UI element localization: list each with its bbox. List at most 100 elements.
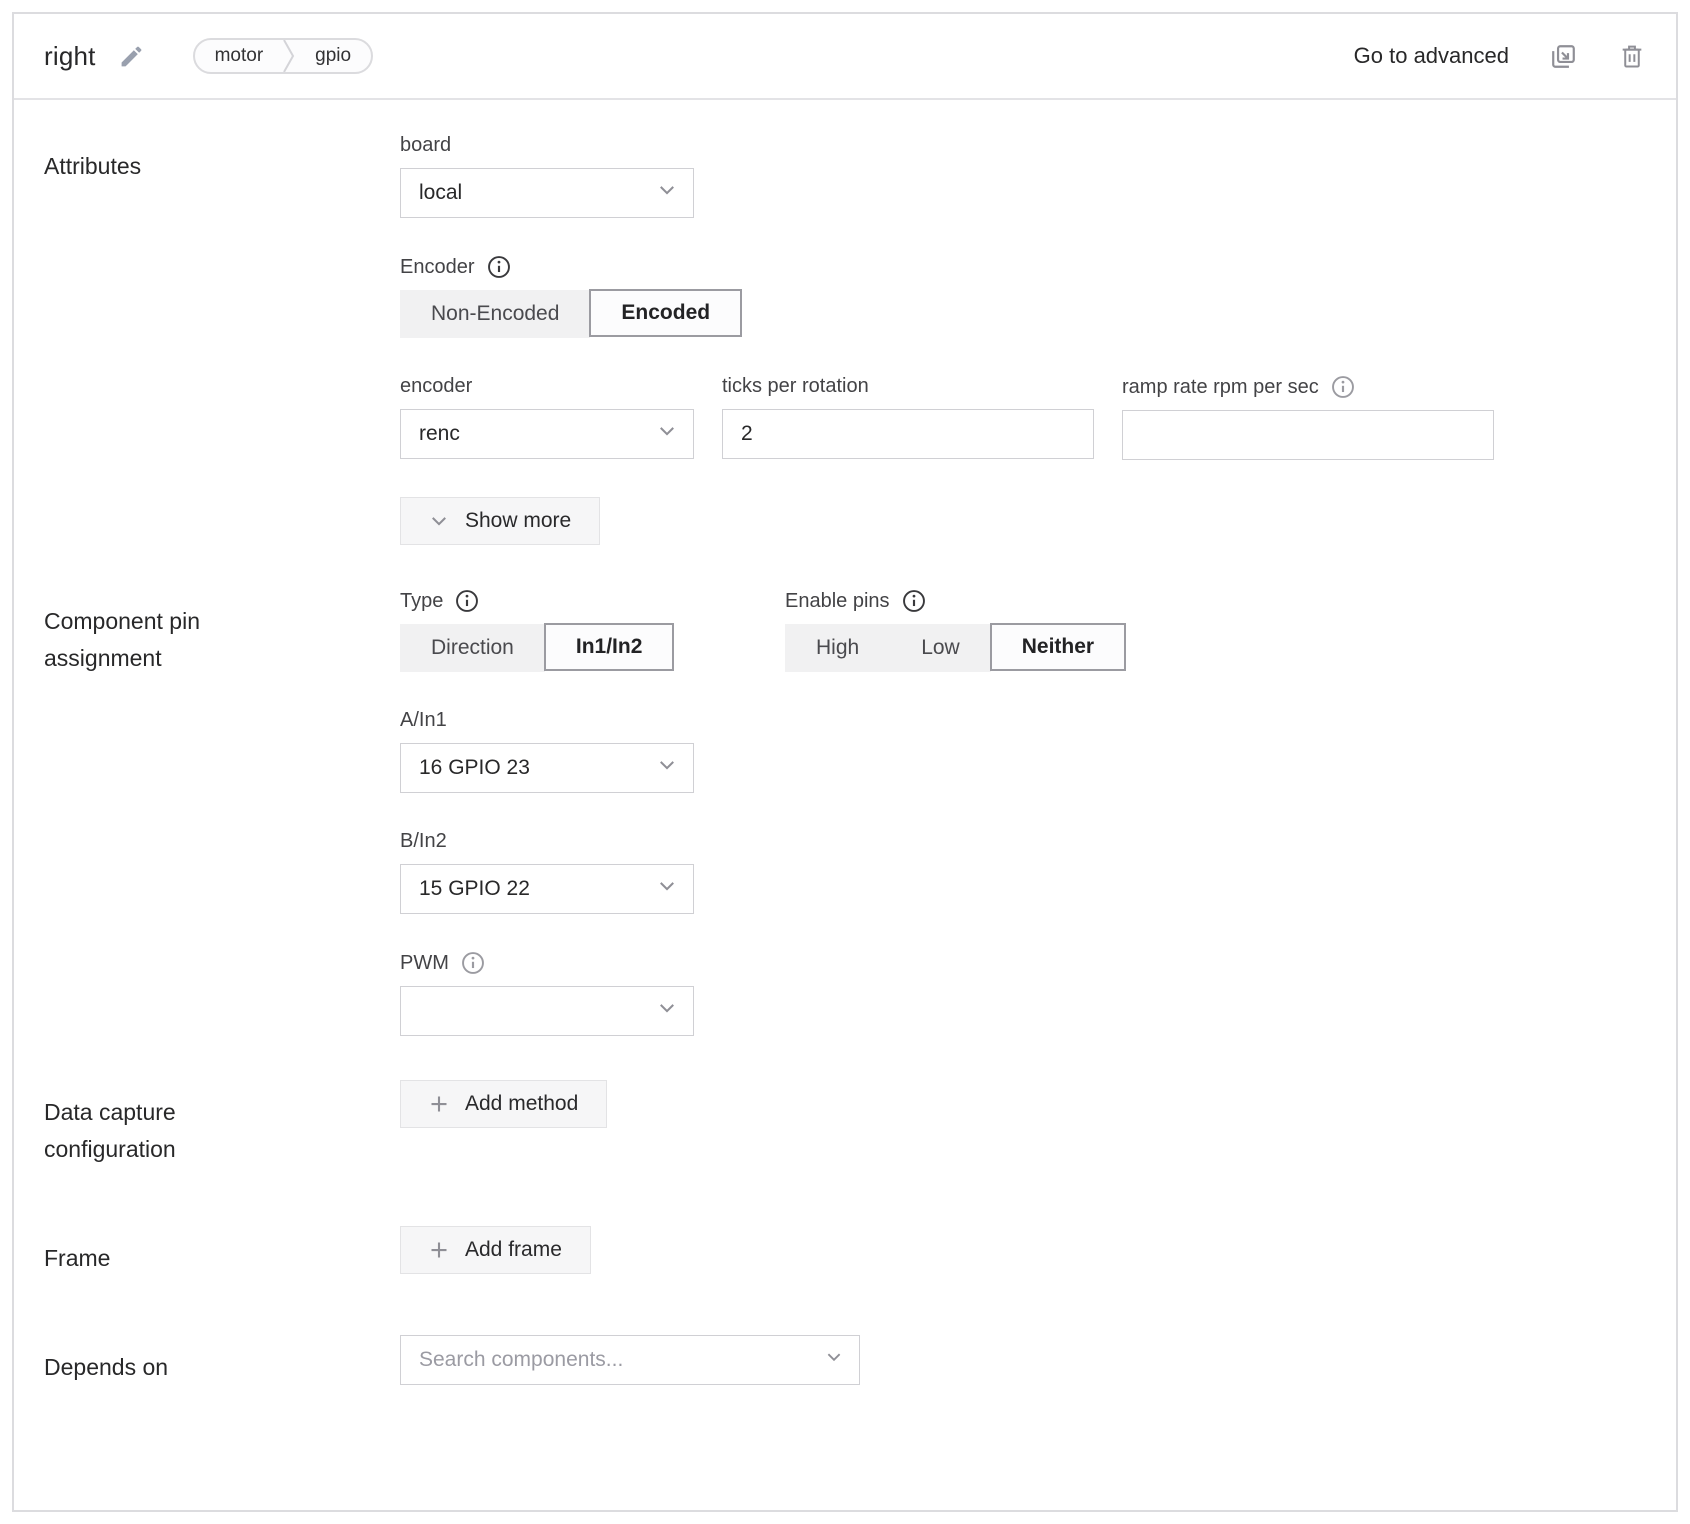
info-icon[interactable]: [487, 255, 511, 279]
data-capture-section-label: Data capture configuration: [44, 1094, 279, 1168]
component-name: right: [44, 41, 96, 72]
frame-section: Frame Add frame: [44, 1226, 1646, 1277]
badge-divider-chevron-icon: [283, 40, 295, 72]
a-in1-select-value: 16 GPIO 23: [419, 756, 530, 780]
enable-pins-label-row: Enable pins: [785, 589, 1125, 613]
info-icon[interactable]: [455, 589, 479, 613]
chevron-down-icon: [429, 511, 449, 531]
show-more-label: Show more: [465, 509, 571, 533]
pin-assignment-section: Component pin assignment Type: [44, 589, 1646, 1036]
pwm-field: PWM: [400, 951, 1646, 1036]
depends-on-section-label: Depends on: [44, 1349, 279, 1386]
ramp-rate-label-row: ramp rate rpm per sec: [1122, 375, 1494, 399]
add-method-label: Add method: [465, 1092, 578, 1116]
encoder-toggle-label-row: Encoder: [400, 255, 1646, 279]
duplicate-icon: [1549, 42, 1578, 71]
a-in1-select[interactable]: 16 GPIO 23: [400, 743, 694, 793]
enable-pins-option-low[interactable]: Low: [890, 624, 991, 672]
encoder-select[interactable]: renc: [400, 409, 694, 459]
board-field: board local: [400, 134, 1646, 218]
ramp-rate-field: ramp rate rpm per sec: [1122, 375, 1494, 460]
info-icon[interactable]: [902, 589, 926, 613]
ticks-field: ticks per rotation: [722, 375, 1094, 460]
board-label: board: [400, 134, 1646, 157]
ticks-input[interactable]: [741, 410, 1075, 458]
encoder-toggle-option-encoded[interactable]: Encoded: [589, 289, 742, 337]
info-icon[interactable]: [1331, 375, 1355, 399]
chevron-down-icon: [657, 755, 677, 781]
pin-assignment-section-label: Component pin assignment: [44, 603, 279, 677]
board-select[interactable]: local: [400, 168, 694, 218]
chevron-down-icon: [657, 876, 677, 902]
encoder-toggle-field: Encoder Non-Encoded Encoded: [400, 255, 1646, 338]
type-toggle-field: Type Direction In1/In2: [400, 589, 785, 672]
plus-icon: [429, 1240, 449, 1260]
badge-type: motor: [195, 40, 284, 72]
b-in2-select[interactable]: 15 GPIO 22: [400, 864, 694, 914]
data-capture-section: Data capture configuration Add method: [44, 1080, 1646, 1168]
depends-on-search-input[interactable]: [419, 1336, 841, 1384]
depends-on-combobox: [400, 1335, 860, 1385]
info-icon[interactable]: [461, 951, 485, 975]
enable-pins-label: Enable pins: [785, 590, 890, 613]
encoder-field: encoder renc: [400, 375, 694, 460]
board-select-value: local: [419, 181, 462, 205]
badge-model: gpio: [295, 40, 371, 72]
chevron-down-icon: [825, 1348, 843, 1372]
type-toggle-option-in1in2[interactable]: In1/In2: [544, 623, 675, 671]
chevron-down-icon: [657, 180, 677, 206]
enable-pins-option-neither[interactable]: Neither: [990, 623, 1126, 671]
plus-icon: [429, 1094, 449, 1114]
encoder-toggle: Non-Encoded Encoded: [400, 290, 741, 338]
component-type-badge: motor gpio: [193, 38, 374, 74]
data-capture-label-col: Data capture configuration: [44, 1080, 400, 1168]
type-toggle-option-direction[interactable]: Direction: [400, 624, 545, 672]
frame-content: Add frame: [400, 1226, 1646, 1277]
data-capture-content: Add method: [400, 1080, 1646, 1168]
frame-section-label: Frame: [44, 1240, 279, 1277]
add-method-button[interactable]: Add method: [400, 1080, 607, 1128]
encoder-toggle-option-non-encoded[interactable]: Non-Encoded: [400, 290, 590, 338]
pin-assignment-content: Type Direction In1/In2: [400, 589, 1646, 1036]
ramp-rate-input[interactable]: [1141, 411, 1475, 459]
pencil-icon: [118, 43, 145, 70]
a-in1-label: A/In1: [400, 709, 1646, 732]
frame-label-col: Frame: [44, 1226, 400, 1277]
ramp-rate-input-wrap: [1122, 410, 1494, 460]
ticks-input-wrap: [722, 409, 1094, 459]
component-config-card: right motor gpio Go to advanced: [12, 12, 1678, 1512]
encoder-settings-row: encoder renc ticks per rotation: [400, 375, 1646, 460]
chevron-down-icon: [657, 421, 677, 447]
enable-pins-toggle: High Low Neither: [785, 624, 1125, 672]
pwm-select[interactable]: [400, 986, 694, 1036]
page: right motor gpio Go to advanced: [0, 0, 1690, 1524]
pwm-label: PWM: [400, 952, 449, 975]
attributes-content: board local Encoder: [400, 134, 1646, 545]
ticks-label: ticks per rotation: [722, 375, 1094, 398]
attributes-section-label: Attributes: [44, 148, 279, 185]
show-more-wrap: Show more: [400, 497, 1646, 545]
encoder-toggle-label: Encoder: [400, 256, 475, 279]
pin-assignment-label-col: Component pin assignment: [44, 589, 400, 1036]
pin-toggles-row: Type Direction In1/In2: [400, 589, 1646, 672]
go-to-advanced-link[interactable]: Go to advanced: [1354, 43, 1509, 69]
trash-icon: [1618, 42, 1646, 70]
b-in2-field: B/In2 15 GPIO 22: [400, 830, 1646, 914]
type-label: Type: [400, 590, 443, 613]
card-body: Attributes board local: [14, 100, 1676, 1470]
enable-pins-option-high[interactable]: High: [785, 624, 890, 672]
add-frame-label: Add frame: [465, 1238, 562, 1262]
ramp-rate-label: ramp rate rpm per sec: [1122, 376, 1319, 399]
add-frame-button[interactable]: Add frame: [400, 1226, 591, 1274]
depends-on-content: [400, 1335, 1646, 1386]
delete-button[interactable]: [1618, 42, 1646, 70]
type-toggle: Direction In1/In2: [400, 624, 673, 672]
edit-name-button[interactable]: [118, 43, 145, 70]
duplicate-button[interactable]: [1549, 42, 1578, 71]
show-more-button[interactable]: Show more: [400, 497, 600, 545]
enable-pins-toggle-field: Enable pins High Low Neither: [785, 589, 1125, 672]
encoder-label: encoder: [400, 375, 694, 398]
pwm-label-row: PWM: [400, 951, 1646, 975]
b-in2-label: B/In2: [400, 830, 1646, 853]
b-in2-select-value: 15 GPIO 22: [419, 877, 530, 901]
